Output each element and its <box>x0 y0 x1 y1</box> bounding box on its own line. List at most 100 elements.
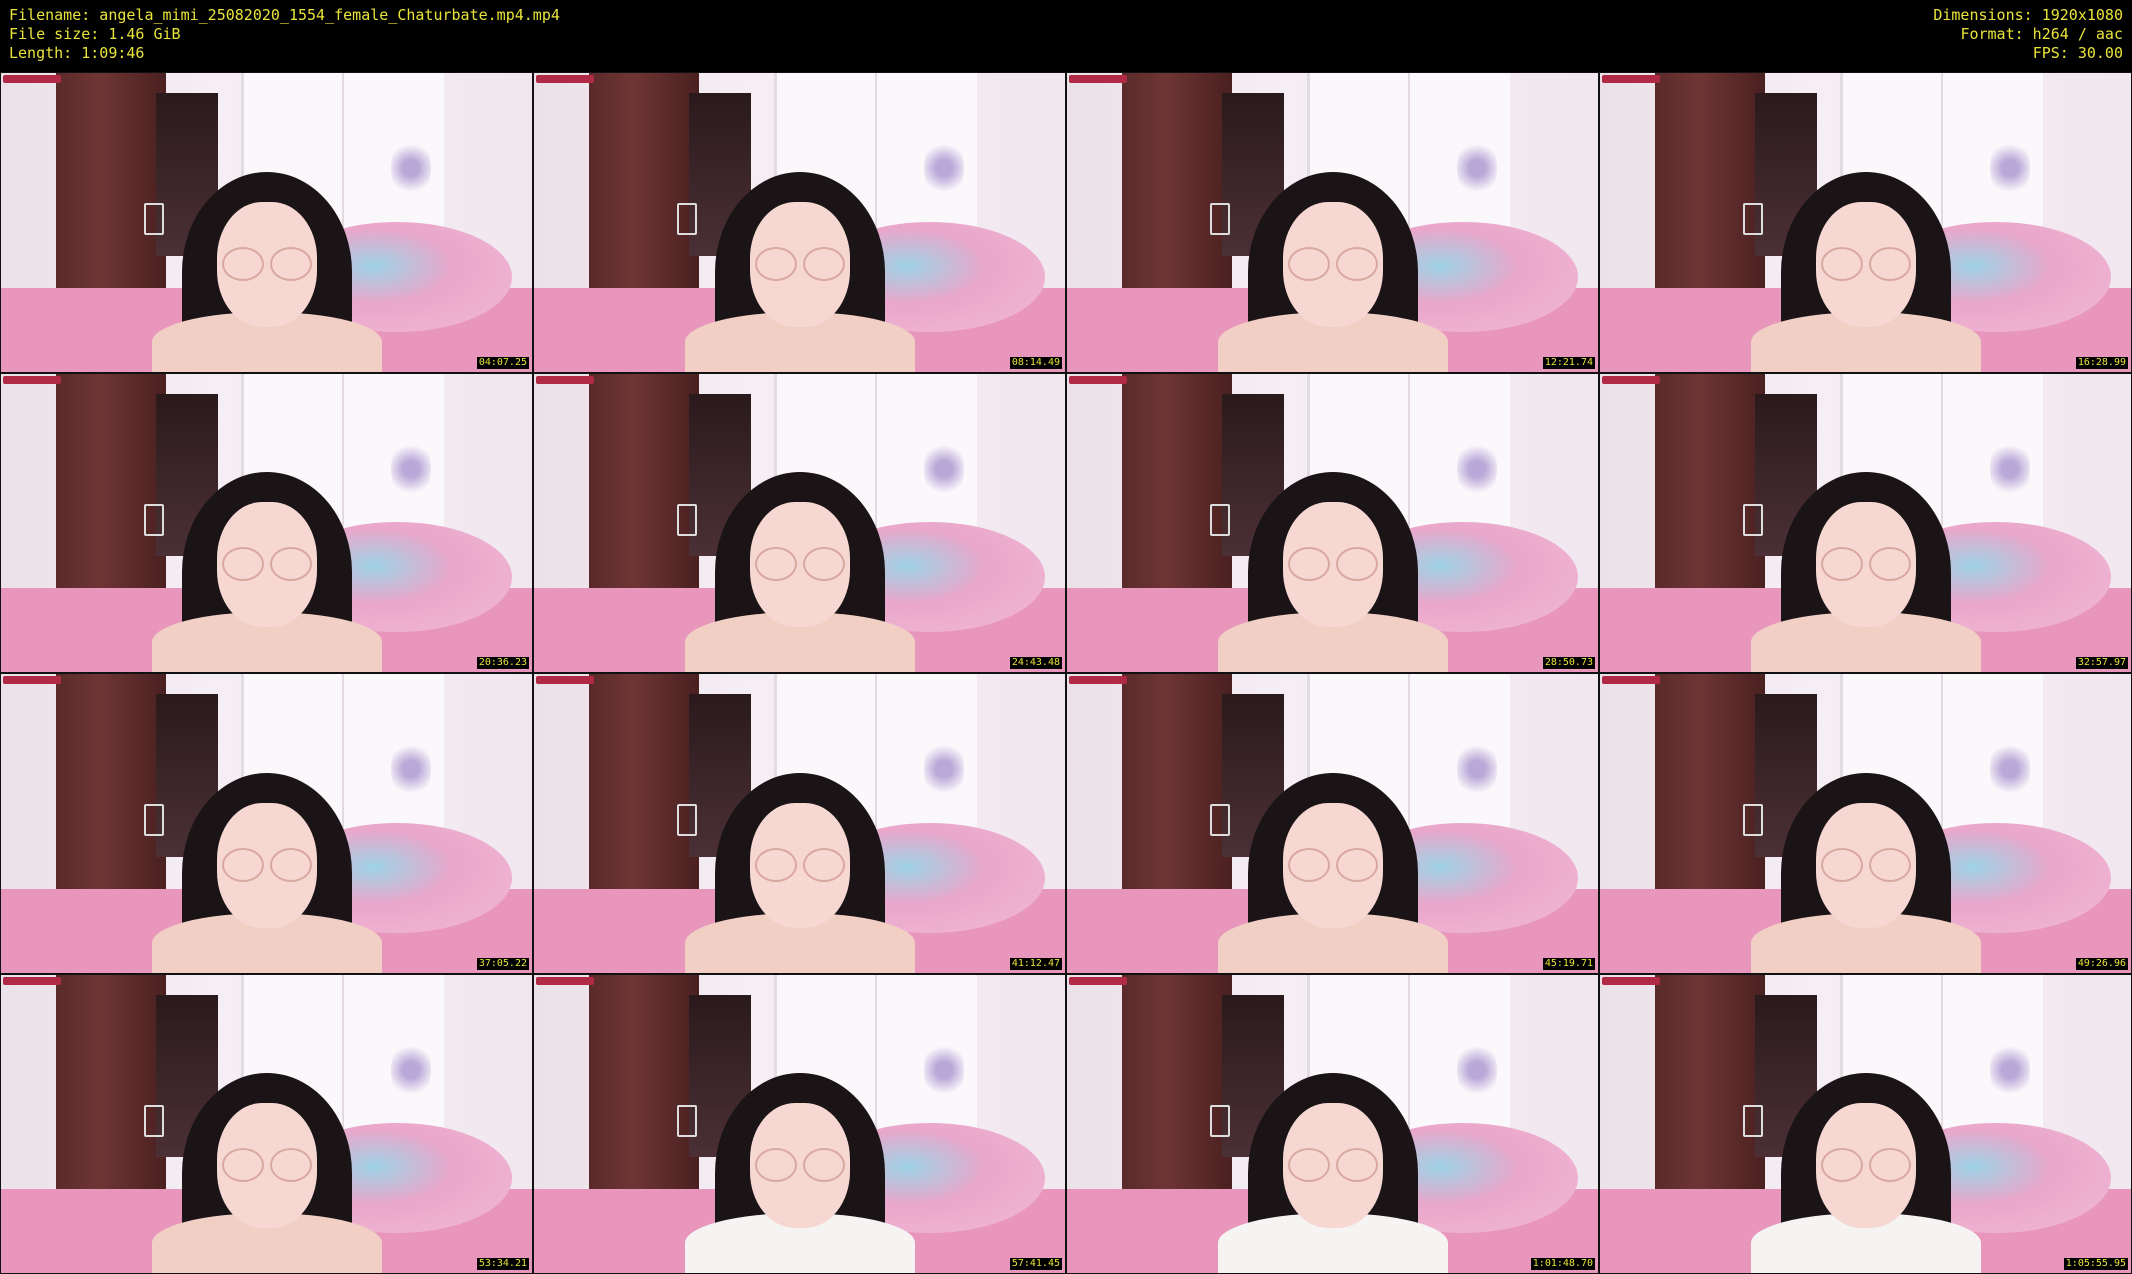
wall-flower <box>924 1034 964 1105</box>
stream-tag <box>536 375 594 384</box>
door <box>1655 373 1817 607</box>
wall-flower <box>1457 734 1497 804</box>
door <box>56 674 218 907</box>
person <box>1750 1033 1981 1273</box>
door <box>1655 674 1817 907</box>
door <box>1655 974 1817 1208</box>
media-info: Dimensions: 1920x1080 Format: h264 / aac… <box>1933 6 2123 63</box>
door <box>56 974 218 1208</box>
timestamp-label: 37:05.22 <box>476 957 529 970</box>
timestamp-label: 53:34.21 <box>476 1258 529 1270</box>
wall-flower <box>391 133 431 203</box>
video-thumbnail[interactable]: 04:07.25 <box>0 72 533 373</box>
wall-flower <box>924 133 964 203</box>
video-thumbnail[interactable]: 49:26.96 <box>1599 673 2132 974</box>
person <box>1750 132 1981 372</box>
length-text: Length: 1:09:46 <box>9 44 145 62</box>
door <box>1122 674 1284 907</box>
person <box>1217 1033 1448 1273</box>
wall-flower <box>1457 433 1497 504</box>
stream-tag <box>1069 676 1127 684</box>
filename-text: Filename: angela_mimi_25082020_1554_fema… <box>9 6 560 24</box>
info-header: Filename: angela_mimi_25082020_1554_fema… <box>0 0 2132 72</box>
video-thumbnail[interactable]: 20:36.23 <box>0 372 533 673</box>
person <box>1217 432 1448 672</box>
door <box>1122 974 1284 1208</box>
video-thumbnail[interactable]: 45:19.71 <box>1066 673 1599 974</box>
wall-flower <box>1990 734 2030 804</box>
video-thumbnail[interactable]: 41:12.47 <box>533 673 1066 974</box>
door <box>1122 73 1284 306</box>
person <box>1750 733 1981 973</box>
stream-tag <box>1602 676 1660 684</box>
video-thumbnail[interactable]: 57:41.45 <box>533 973 1066 1274</box>
timestamp-label: 1:01:48.70 <box>1530 1258 1595 1270</box>
stream-tag <box>3 75 61 83</box>
timestamp-label: 08:14.49 <box>1009 356 1062 369</box>
video-thumbnail[interactable]: 32:57.97 <box>1599 372 2132 673</box>
stream-tag <box>536 976 594 985</box>
wall-flower <box>924 433 964 504</box>
format-text: Format: h264 / aac <box>1960 25 2123 43</box>
file-info: Filename: angela_mimi_25082020_1554_fema… <box>9 6 560 63</box>
door <box>1122 373 1284 607</box>
stream-tag <box>536 676 594 684</box>
wall-flower <box>1457 1034 1497 1105</box>
person <box>1217 733 1448 973</box>
video-thumbnail[interactable]: 28:50.73 <box>1066 372 1599 673</box>
person <box>151 432 382 672</box>
person <box>684 1033 915 1273</box>
fps-text: FPS: 30.00 <box>2032 44 2123 62</box>
stream-tag <box>1602 75 1660 83</box>
door <box>56 73 218 306</box>
stream-tag <box>3 375 61 384</box>
dimensions-text: Dimensions: 1920x1080 <box>1933 6 2123 24</box>
door <box>1655 73 1817 306</box>
wall-flower <box>1990 1034 2030 1105</box>
timestamp-label: 32:57.97 <box>2075 657 2128 669</box>
stream-tag <box>536 75 594 83</box>
timestamp-label: 41:12.47 <box>1009 957 1062 970</box>
wall-flower <box>1990 133 2030 203</box>
video-thumbnail[interactable]: 16:28.99 <box>1599 72 2132 373</box>
video-thumbnail[interactable]: 37:05.22 <box>0 673 533 974</box>
person <box>1217 132 1448 372</box>
video-thumbnail[interactable]: 08:14.49 <box>533 72 1066 373</box>
video-thumbnail[interactable]: 53:34.21 <box>0 973 533 1274</box>
door <box>589 73 751 306</box>
video-thumbnail[interactable]: 1:05:55.95 <box>1599 973 2132 1274</box>
video-thumbnail[interactable]: 12:21.74 <box>1066 72 1599 373</box>
wall-flower <box>1457 133 1497 203</box>
timestamp-label: 57:41.45 <box>1009 1258 1062 1270</box>
person <box>151 132 382 372</box>
timestamp-label: 1:05:55.95 <box>2063 1258 2128 1270</box>
person <box>1750 432 1981 672</box>
wall-flower <box>391 1034 431 1105</box>
timestamp-label: 45:19.71 <box>1542 957 1595 970</box>
door <box>589 373 751 607</box>
filesize-text: File size: 1.46 GiB <box>9 25 181 43</box>
person <box>684 132 915 372</box>
wall-flower <box>391 734 431 804</box>
stream-tag <box>3 976 61 985</box>
door <box>589 974 751 1208</box>
person <box>684 733 915 973</box>
thumbnail-grid: 04:07.25 08:14.49 12:21.74 16:28.99 20:36.23… <box>0 72 2132 1274</box>
video-thumbnail[interactable]: 24:43.48 <box>533 372 1066 673</box>
stream-tag <box>1069 75 1127 83</box>
timestamp-label: 16:28.99 <box>2075 356 2128 369</box>
timestamp-label: 12:21.74 <box>1542 356 1595 369</box>
stream-tag <box>3 676 61 684</box>
timestamp-label: 24:43.48 <box>1009 657 1062 669</box>
person <box>151 1033 382 1273</box>
person <box>151 733 382 973</box>
stream-tag <box>1602 976 1660 985</box>
stream-tag <box>1069 375 1127 384</box>
wall-flower <box>391 433 431 504</box>
video-thumbnail[interactable]: 1:01:48.70 <box>1066 973 1599 1274</box>
stream-tag <box>1069 976 1127 985</box>
timestamp-label: 20:36.23 <box>476 657 529 669</box>
person <box>684 432 915 672</box>
wall-flower <box>924 734 964 804</box>
stream-tag <box>1602 375 1660 384</box>
